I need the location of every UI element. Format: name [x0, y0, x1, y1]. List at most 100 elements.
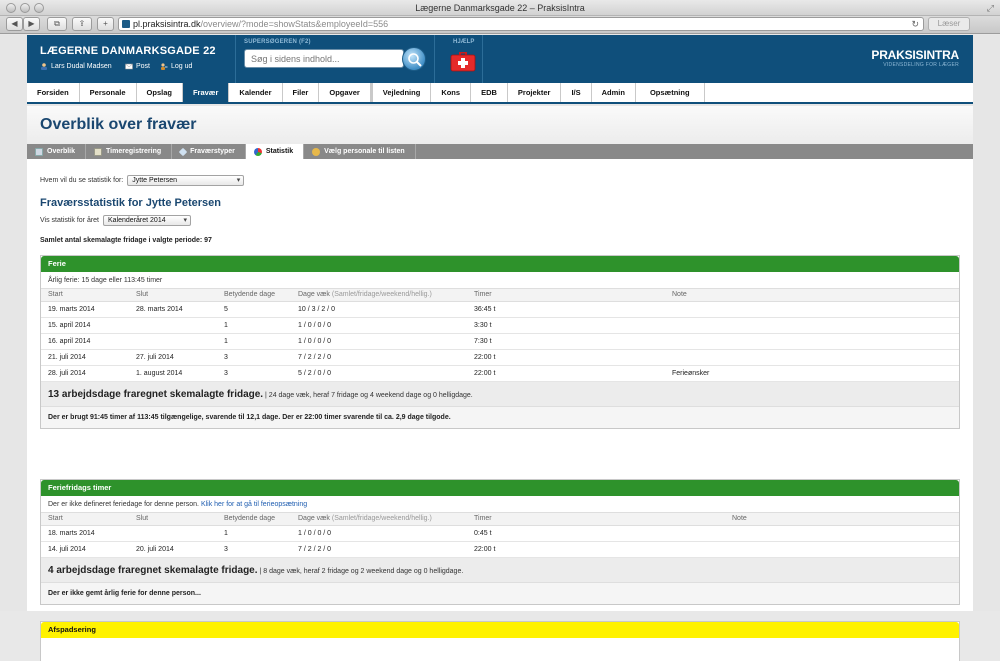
nav-opslag[interactable]: Opslag: [137, 83, 183, 102]
cell-start: 16. april 2014: [41, 333, 129, 350]
nav-admin[interactable]: Admin: [592, 83, 636, 102]
tab-statistik[interactable]: Statistik: [245, 144, 305, 159]
tabs-icon: ⧉: [54, 19, 60, 28]
cell-start: 19. marts 2014: [41, 301, 129, 318]
total-days-line: Samlet antal skemalagte fridage i valgte…: [40, 237, 212, 244]
new-tab-button[interactable]: +: [97, 17, 114, 31]
employee-filter-label: Hvem vil du se statistik for:: [40, 177, 124, 184]
feriefridage-table: Start Slut Betydende dage Dage væk (Saml…: [41, 513, 959, 558]
year-select[interactable]: Kalenderåret 2014: [103, 215, 192, 226]
back-button[interactable]: ◀: [6, 17, 23, 31]
cell-timer: 22:00 t: [467, 541, 725, 558]
reload-icon[interactable]: ↻: [911, 18, 919, 30]
logout-icon: [161, 63, 168, 70]
clock-icon: [94, 147, 103, 156]
cell-timer: 3:30 t: [467, 317, 665, 334]
tab-vaelg-personale[interactable]: Vælg personale til listen: [304, 144, 416, 159]
tab-timeregistrering[interactable]: Timeregistrering: [86, 144, 173, 159]
cell-timer: 7:30 t: [467, 333, 665, 350]
nav-vejledning[interactable]: Vejledning: [373, 83, 432, 102]
ferie-section: Ferie Årlig ferie: 15 dage eller 113:45 …: [40, 255, 960, 429]
nav-kalender[interactable]: Kalender: [229, 83, 283, 102]
table-row[interactable]: 16. april 2014 1 1 / 0 / 0 / 0 7:30 t: [41, 333, 959, 350]
url-path: /overview/?mode=showStats&employeeId=556: [200, 19, 389, 29]
col-start: Start: [41, 289, 129, 302]
nav-personale[interactable]: Personale: [80, 83, 137, 102]
fullscreen-icon[interactable]: ⤢: [987, 0, 994, 16]
nav-opgaver[interactable]: Opgaver: [319, 83, 373, 102]
table-row[interactable]: 15. april 2014 1 1 / 0 / 0 / 0 3:30 t: [41, 317, 959, 334]
user-name: Lars Dudal Madsen: [51, 63, 112, 70]
search-button[interactable]: [402, 47, 426, 71]
logout-link[interactable]: Log ud: [160, 63, 192, 70]
tabs-overview-button[interactable]: ⧉: [47, 17, 67, 31]
ferie-table: Start Slut Betydende dage Dage væk (Saml…: [41, 289, 959, 382]
help-area: HJÆLP: [443, 35, 483, 83]
tab-fravaerstyper[interactable]: Fraværstyper: [172, 144, 246, 159]
col-note: Note: [725, 513, 959, 526]
section-title: Feriefridags timer: [41, 480, 959, 496]
col-betydende: Betydende dage: [217, 513, 291, 526]
search-icon: [408, 53, 422, 67]
nav-forsiden[interactable]: Forsiden: [27, 83, 80, 102]
table-row[interactable]: 18. marts 2014 1 1 / 0 / 0 / 0 0:45 t: [41, 525, 959, 542]
nav-kons[interactable]: Kons: [431, 83, 472, 102]
nav-filer[interactable]: Filer: [283, 83, 320, 102]
mail-link[interactable]: Post: [125, 63, 150, 70]
cell-dage-vaek: 1 / 0 / 0 / 0: [291, 317, 467, 334]
table-row[interactable]: 21. juli 2014 27. juli 2014 3 7 / 2 / 2 / 0…: [41, 349, 959, 366]
table-row[interactable]: 14. juli 2014 20. juli 2014 3 7 / 2 / 2 / 0…: [41, 541, 959, 558]
cell-start: 28. juli 2014: [41, 365, 129, 382]
site-favicon-icon: [122, 20, 130, 28]
zoom-window-button[interactable]: [34, 3, 44, 13]
forward-button[interactable]: ▶: [23, 17, 40, 31]
section-info: Årlig ferie: 15 dage eller 113:45 timer: [41, 272, 959, 289]
cell-dage-vaek: 5 / 2 / 0 / 0: [291, 365, 467, 382]
search-input[interactable]: [244, 49, 404, 68]
table-row[interactable]: 19. marts 2014 28. marts 2014 5 10 / 3 / 2 …: [41, 301, 959, 318]
logout-label: Log ud: [171, 63, 193, 70]
cell-slut: 27. juli 2014: [129, 349, 217, 366]
cell-note: [665, 349, 959, 366]
close-window-button[interactable]: [6, 3, 16, 13]
col-note: Note: [665, 289, 959, 302]
cell-timer: 22:00 t: [467, 349, 665, 366]
table-row[interactable]: 28. juli 2014 1. august 2014 3 5 / 2 / 0 / …: [41, 365, 959, 382]
clinic-name: LÆGERNE DANMARKSGADE 22: [40, 45, 216, 57]
reader-button[interactable]: Læser: [928, 17, 970, 31]
table-header-row: Start Slut Betydende dage Dage væk (Saml…: [41, 513, 959, 526]
nav-edb[interactable]: EDB: [471, 83, 508, 102]
site-header: LÆGERNE DANMARKSGADE 22 Lars Dudal Madse…: [27, 35, 973, 83]
share-button[interactable]: ⇪: [72, 17, 92, 31]
afspadsering-section: Afspadsering: [40, 621, 960, 661]
cell-slut: 28. marts 2014: [129, 301, 217, 318]
user-link[interactable]: Lars Dudal Madsen: [40, 63, 112, 70]
tab-overblik[interactable]: Overblik: [27, 144, 87, 159]
window-title: Lægerne Danmarksgade 22 – PraksisIntra: [415, 3, 585, 13]
section-footer: Der er ikke gemt årlig ferie for denne p…: [41, 582, 959, 604]
first-aid-kit-icon[interactable]: [449, 49, 477, 73]
ferie-setup-link[interactable]: Klik her for at gå til ferieopsætning: [201, 501, 307, 508]
cell-dage-vaek: 1 / 0 / 0 / 0: [291, 333, 467, 350]
cell-start: 14. juli 2014: [41, 541, 129, 558]
nav-fravaer[interactable]: Fravær: [182, 83, 230, 102]
employee-select[interactable]: Jytte Petersen: [127, 175, 245, 186]
cell-note: [665, 333, 959, 350]
minimize-window-button[interactable]: [20, 3, 30, 13]
address-bar[interactable]: pl.praksisintra.dk/overview/?mode=showSt…: [118, 17, 924, 31]
cell-betydende: 1: [217, 333, 291, 350]
cell-betydende: 1: [217, 317, 291, 334]
section-title: Afspadsering: [41, 622, 959, 638]
url-host: pl.praksisintra.dk: [133, 19, 201, 29]
nav-is[interactable]: I/S: [561, 83, 592, 102]
tab-label: Vælg personale til listen: [324, 148, 405, 155]
cell-dage-vaek: 7 / 2 / 2 / 0: [291, 541, 467, 558]
table-header-row: Start Slut Betydende dage Dage væk (Saml…: [41, 289, 959, 302]
nav-opsaetning[interactable]: Opsætning: [636, 83, 705, 102]
people-icon: [312, 147, 321, 156]
mail-label: Post: [136, 63, 151, 70]
col-timer: Timer: [467, 513, 725, 526]
nav-projekter[interactable]: Projekter: [508, 83, 562, 102]
cell-dage-vaek: 7 / 2 / 2 / 0: [291, 349, 467, 366]
main-nav: Forsiden Personale Opslag Fravær Kalende…: [27, 83, 973, 104]
